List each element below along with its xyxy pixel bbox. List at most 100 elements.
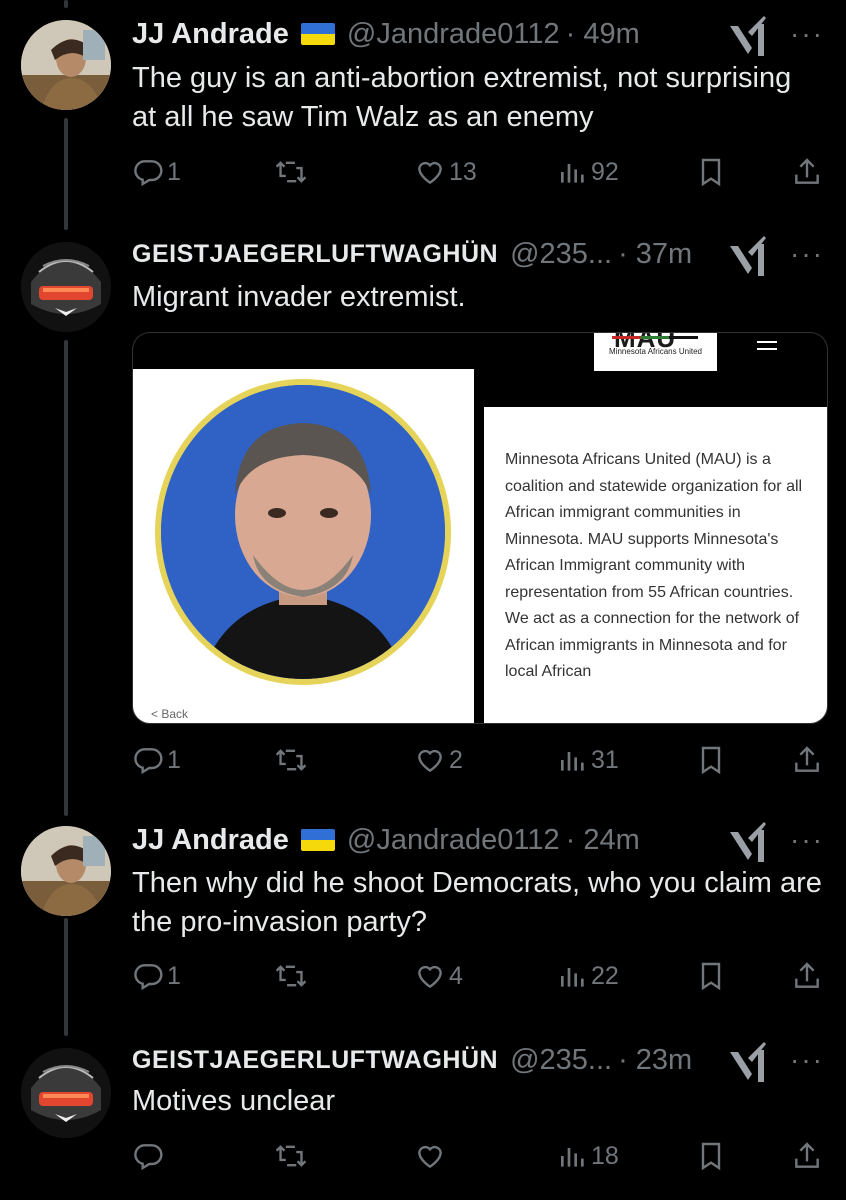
retweet-icon	[275, 1145, 307, 1167]
tweet-header: GEISTJAEGERLUFTWAGHÜN @235... · 23m	[132, 1040, 692, 1080]
avatar[interactable]	[21, 826, 111, 916]
display-name[interactable]: JJ Andrade	[132, 18, 289, 51]
like-button[interactable]	[414, 1140, 449, 1172]
more-options-icon[interactable]: ···	[790, 1044, 824, 1076]
timestamp[interactable]: · 24m	[566, 824, 640, 857]
reply-count: 1	[167, 157, 181, 186]
share-button[interactable]	[792, 960, 822, 992]
like-button[interactable]: 13	[414, 156, 477, 188]
retweet-icon	[275, 161, 307, 183]
reply-button[interactable]: 1	[132, 744, 181, 776]
tweet-text: Motives unclear	[132, 1085, 336, 1117]
display-name[interactable]: JJ Andrade	[132, 824, 289, 857]
heart-icon	[418, 1145, 442, 1169]
share-button[interactable]	[792, 1140, 822, 1172]
mau-logo: MAU Minnesota Africans United	[594, 333, 717, 371]
reply-icon	[134, 160, 163, 187]
display-name[interactable]: GEISTJAEGERLUFTWAGHÜN	[132, 240, 498, 269]
timestamp[interactable]: · 49m	[566, 18, 640, 51]
avatar[interactable]	[21, 1048, 111, 1138]
share-button[interactable]	[792, 156, 822, 188]
bookmark-button[interactable]	[696, 960, 726, 992]
grok-icon[interactable]	[726, 14, 768, 58]
tweet-text: Then why did he shoot Democrats, who you…	[132, 867, 822, 938]
like-count: 4	[449, 961, 463, 990]
tweet-media-image[interactable]: < Back MAU Minnesota Africans United Min…	[132, 332, 828, 724]
avatar[interactable]	[21, 20, 111, 110]
views-icon	[561, 1148, 584, 1167]
heart-icon	[418, 749, 442, 773]
portrait-photo	[155, 379, 451, 685]
share-icon	[795, 962, 819, 988]
timestamp[interactable]: · 23m	[618, 1044, 692, 1077]
view-count: 18	[591, 1141, 619, 1170]
reply-count: 1	[167, 961, 181, 990]
reply-count: 1	[167, 745, 181, 774]
bookmark-button[interactable]	[696, 156, 726, 188]
retweet-button[interactable]	[274, 1140, 311, 1172]
tweet-actions: 1 4 22	[132, 960, 832, 996]
grok-icon[interactable]	[726, 1040, 768, 1084]
media-text-card: Minnesota Africans United (MAU) is a coa…	[484, 407, 827, 723]
more-options-icon[interactable]: ···	[790, 238, 824, 270]
share-icon	[795, 1142, 819, 1168]
share-button[interactable]	[792, 744, 822, 776]
views-button[interactable]: 22	[558, 960, 619, 992]
handle[interactable]: @Jandrade0112	[347, 824, 560, 857]
retweet-button[interactable]	[274, 744, 311, 776]
mau-logo-subtitle: Minnesota Africans United	[609, 347, 702, 356]
tweet-text: Migrant invader extremist.	[132, 281, 466, 313]
media-card-text: Minnesota Africans United (MAU) is a coa…	[505, 451, 803, 680]
bookmark-icon	[701, 158, 721, 187]
more-options-icon[interactable]: ···	[790, 18, 824, 50]
reply-icon	[134, 748, 163, 775]
views-button[interactable]: 18	[558, 1140, 619, 1172]
view-count: 22	[591, 961, 619, 990]
views-icon	[561, 752, 584, 771]
grok-icon[interactable]	[726, 234, 768, 278]
retweet-button[interactable]	[274, 960, 311, 992]
bookmark-button[interactable]	[696, 744, 726, 776]
tweet-actions: 18	[132, 1140, 832, 1176]
more-options-icon[interactable]: ···	[790, 824, 824, 856]
ukraine-flag-icon	[300, 829, 335, 851]
like-button[interactable]: 2	[414, 744, 463, 776]
ukraine-flag-icon	[300, 23, 335, 45]
handle[interactable]: @235...	[510, 1044, 612, 1077]
views-icon	[561, 968, 584, 987]
reply-button[interactable]	[132, 1140, 167, 1172]
views-button[interactable]: 31	[558, 744, 619, 776]
tweet[interactable]: JJ Andrade @Jandrade0112 · 24m ··· Then …	[0, 806, 846, 1016]
retweet-button[interactable]	[274, 156, 311, 188]
avatar[interactable]	[21, 242, 111, 332]
heart-icon	[418, 965, 442, 989]
like-count: 13	[449, 157, 477, 186]
view-count: 31	[591, 745, 619, 774]
bookmark-icon	[701, 1142, 721, 1171]
tweet[interactable]: GEISTJAEGERLUFTWAGHÜN @235... · 23m ··· …	[0, 1026, 846, 1200]
tweet-text: The guy is an anti-abortion extremist, n…	[132, 62, 792, 133]
heart-icon	[418, 161, 442, 185]
share-icon	[795, 746, 819, 772]
back-link: < Back	[151, 707, 189, 721]
timestamp[interactable]: · 37m	[618, 238, 692, 271]
view-count: 92	[591, 157, 619, 186]
views-icon	[561, 164, 584, 183]
handle[interactable]: @235...	[510, 238, 612, 271]
display-name[interactable]: GEISTJAEGERLUFTWAGHÜN	[132, 1046, 498, 1075]
reply-button[interactable]: 1	[132, 156, 181, 188]
reply-icon	[134, 1144, 163, 1171]
views-button[interactable]: 92	[558, 156, 619, 188]
like-button[interactable]: 4	[414, 960, 463, 992]
reply-button[interactable]: 1	[132, 960, 181, 992]
grok-icon[interactable]	[726, 820, 768, 864]
bookmark-icon	[701, 746, 721, 775]
bookmark-button[interactable]	[696, 1140, 726, 1172]
tweet-header: GEISTJAEGERLUFTWAGHÜN @235... · 37m	[132, 234, 692, 274]
tweet-header: JJ Andrade @Jandrade0112 · 24m	[132, 820, 640, 860]
tweet[interactable]: JJ Andrade @Jandrade0112 · 49m ··· The g…	[0, 0, 846, 200]
share-icon	[795, 158, 819, 184]
retweet-icon	[275, 965, 307, 987]
like-count: 2	[449, 745, 463, 774]
handle[interactable]: @Jandrade0112	[347, 18, 560, 51]
